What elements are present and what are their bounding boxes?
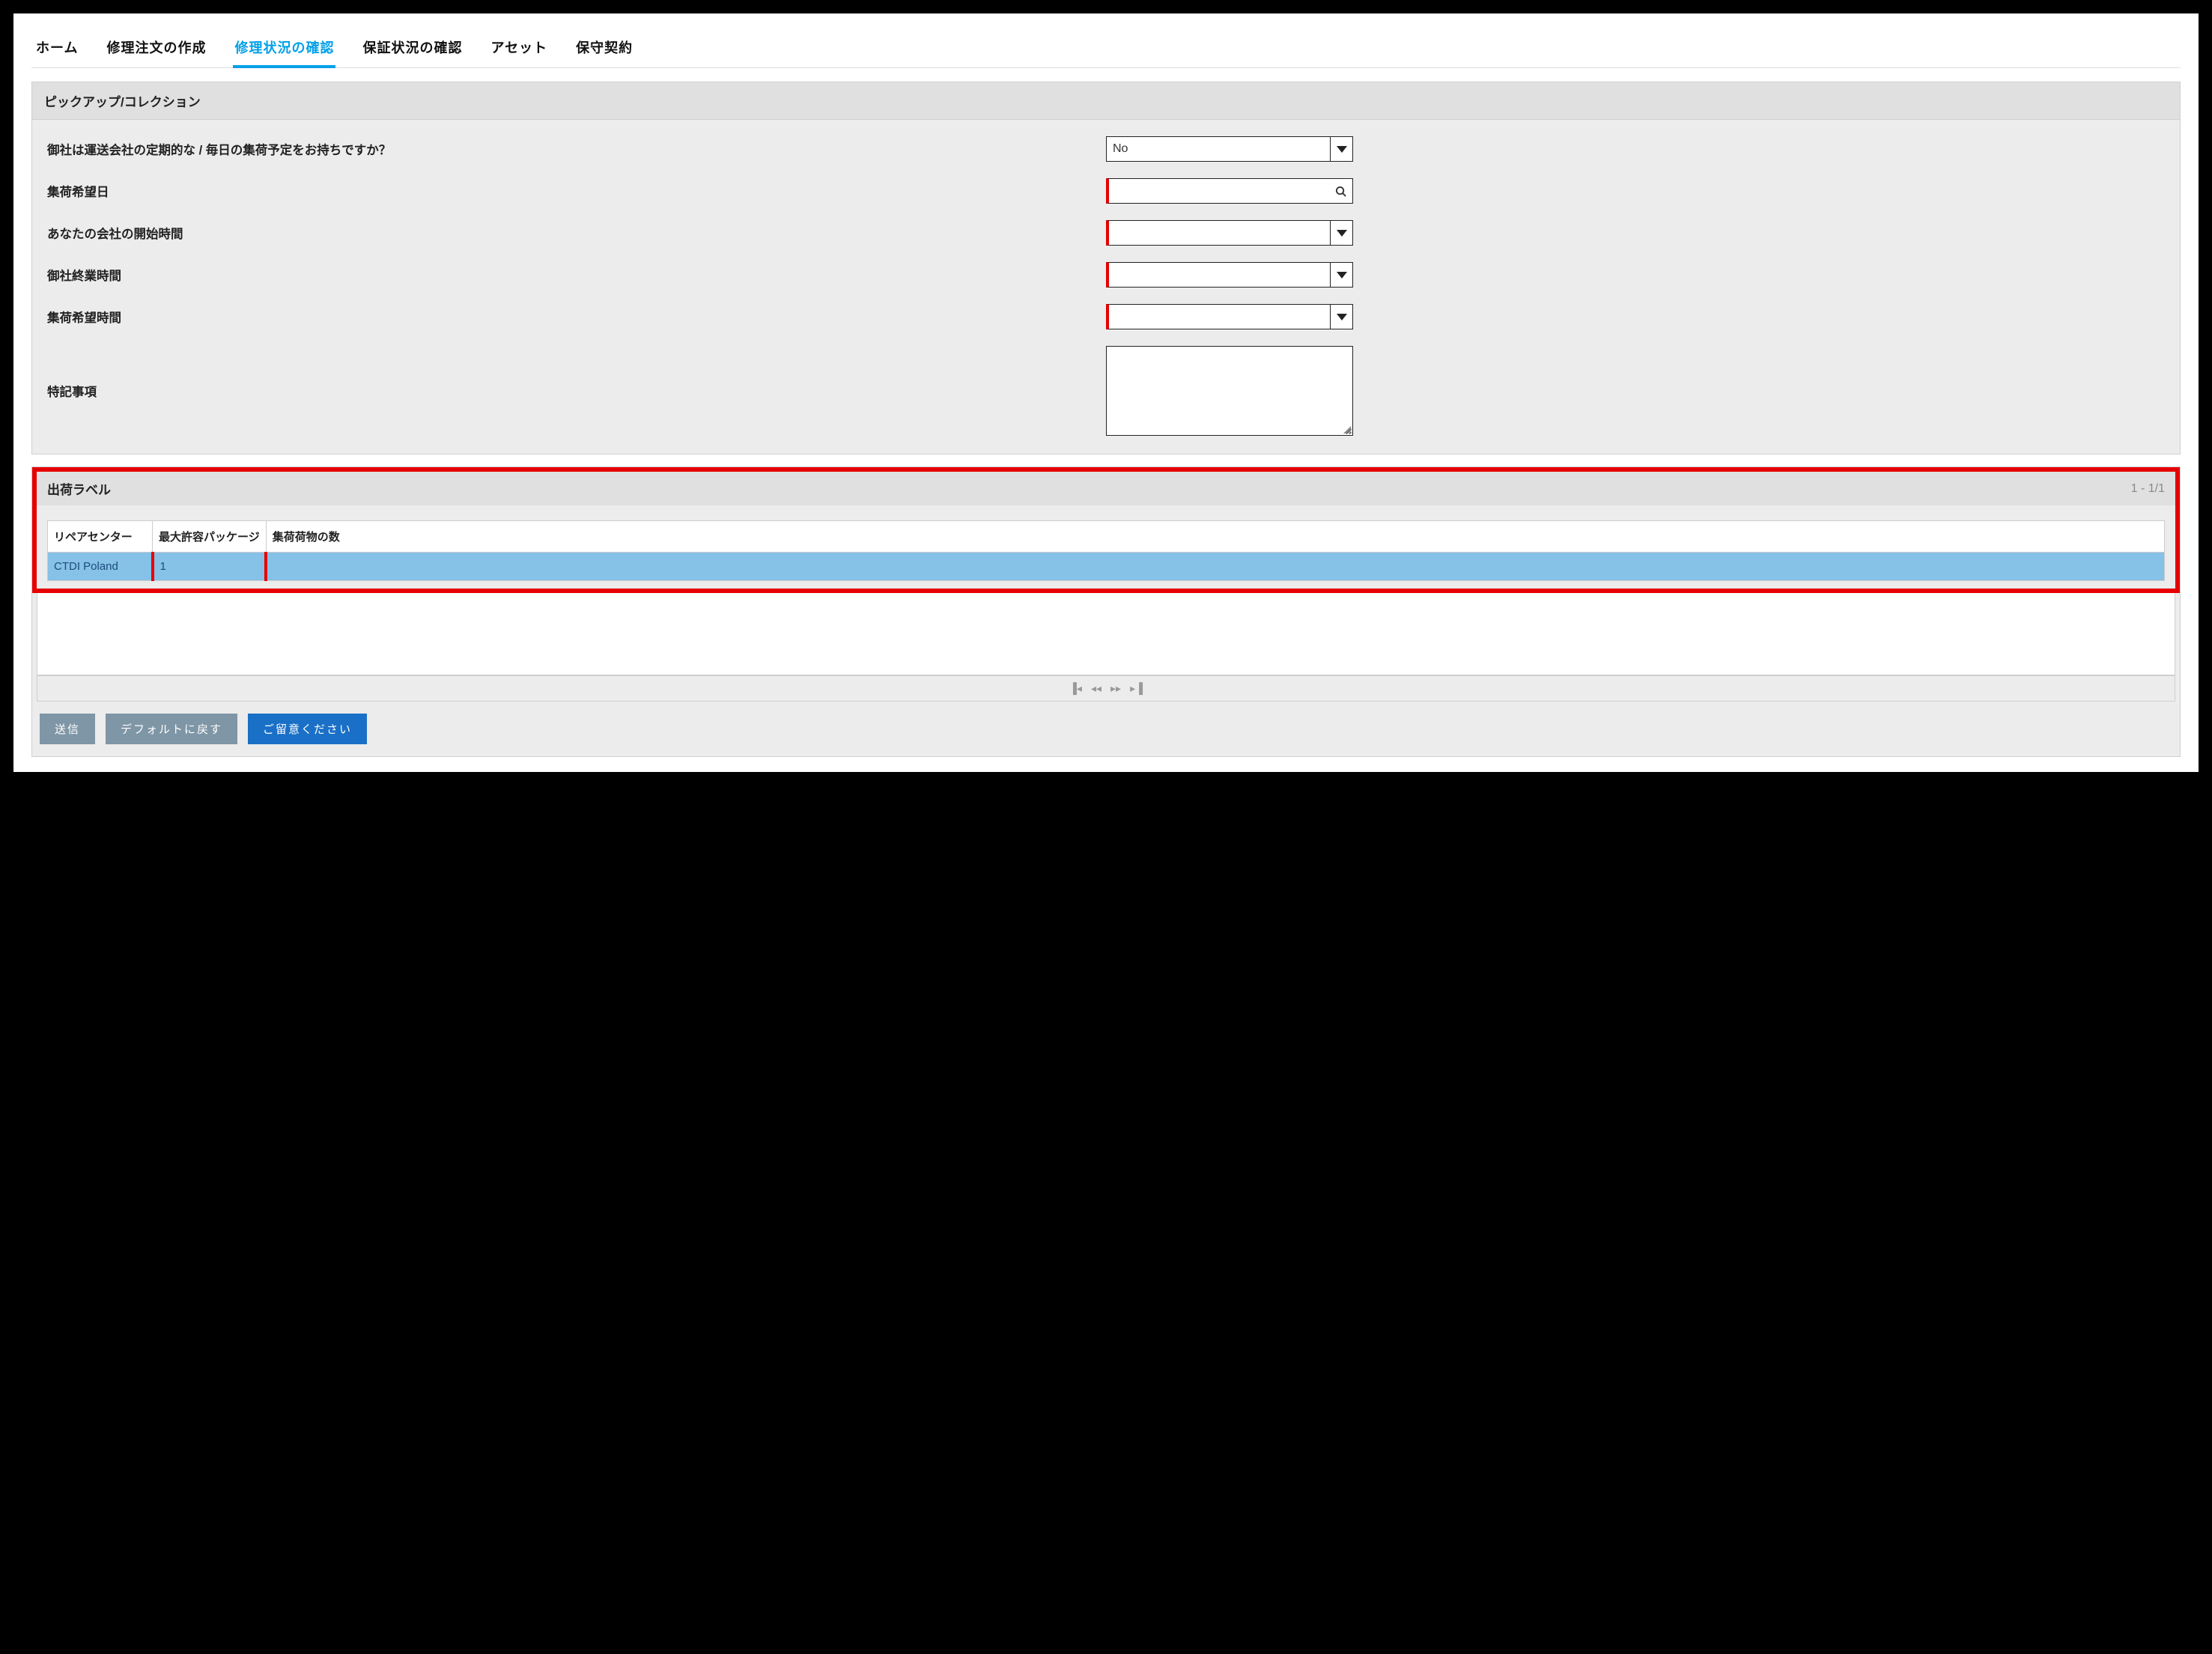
chevron-down-icon xyxy=(1330,137,1352,161)
cell-num-packages[interactable] xyxy=(266,553,2164,581)
reset-button[interactable]: デフォルトに戻す xyxy=(106,714,237,744)
company-open-select[interactable] xyxy=(1106,220,1353,246)
pickup-panel-title: ピックアップ/コレクション xyxy=(32,82,2180,120)
ship-label-panel: 出荷ラベル 1 - 1/1 リペアセンター 最大許容パッケージ 集荷荷物の数 C… xyxy=(31,466,2181,757)
col-num-packages[interactable]: 集荷荷物の数 xyxy=(266,521,2164,553)
highlight-box: 出荷ラベル 1 - 1/1 リペアセンター 最大許容パッケージ 集荷荷物の数 C… xyxy=(32,467,2180,593)
pager-last-icon[interactable]: ▸▐ xyxy=(1130,682,1143,695)
desired-date-label: 集荷希望日 xyxy=(47,182,1106,200)
chevron-down-icon xyxy=(1330,263,1352,287)
col-repair-center[interactable]: リペアセンター xyxy=(48,521,153,553)
table-empty-space xyxy=(37,593,2175,675)
tab-home[interactable]: ホーム xyxy=(34,33,79,67)
pickup-panel: ピックアップ/コレクション 御社は運送会社の定期的な / 毎日の集荷予定をお持ち… xyxy=(31,82,2181,454)
col-max-package[interactable]: 最大許容パッケージ xyxy=(153,521,267,553)
desired-date-input[interactable] xyxy=(1106,178,1353,204)
company-open-label: あなたの会社の開始時間 xyxy=(47,224,1106,242)
tab-warranty-status[interactable]: 保証状況の確認 xyxy=(361,33,464,67)
main-tabs: ホーム 修理注文の作成 修理状況の確認 保証状況の確認 アセット 保守契約 xyxy=(31,27,2181,68)
chevron-down-icon xyxy=(1330,221,1352,245)
chevron-down-icon xyxy=(1330,305,1352,329)
company-close-label: 御社終業時間 xyxy=(47,266,1106,284)
ship-label-table: リペアセンター 最大許容パッケージ 集荷荷物の数 CTDI Poland 1 xyxy=(47,520,2165,581)
tab-assets[interactable]: アセット xyxy=(489,33,549,67)
tab-contracts[interactable]: 保守契約 xyxy=(574,33,634,67)
notice-button[interactable]: ご留意ください xyxy=(248,714,367,744)
carrier-schedule-select[interactable]: No xyxy=(1106,136,1353,162)
pager-next-icon[interactable]: ▸▸ xyxy=(1110,682,1121,695)
submit-button[interactable]: 送信 xyxy=(40,714,95,744)
ship-label-title: 出荷ラベル xyxy=(47,479,111,498)
search-icon[interactable] xyxy=(1331,179,1349,203)
notes-textarea[interactable] xyxy=(1106,346,1353,436)
tab-create-repair[interactable]: 修理注文の作成 xyxy=(105,33,207,67)
tab-repair-status[interactable]: 修理状況の確認 xyxy=(233,33,335,67)
cell-max-package: 1 xyxy=(153,553,267,581)
page-counter: 1 - 1/1 xyxy=(2131,482,2165,496)
desired-time-label: 集荷希望時間 xyxy=(47,308,1106,326)
pager: ▐◂ ◂◂ ▸▸ ▸▐ xyxy=(37,675,2175,702)
desired-time-select[interactable] xyxy=(1106,304,1353,329)
table-row[interactable]: CTDI Poland 1 xyxy=(48,553,2165,581)
carrier-schedule-label: 御社は運送会社の定期的な / 毎日の集荷予定をお持ちですか？ xyxy=(47,140,1106,158)
pager-prev-icon[interactable]: ◂◂ xyxy=(1091,682,1102,695)
notes-label: 特記事項 xyxy=(47,346,1106,400)
pager-first-icon[interactable]: ▐◂ xyxy=(1069,682,1082,695)
company-close-select[interactable] xyxy=(1106,262,1353,288)
cell-repair-center: CTDI Poland xyxy=(48,553,153,581)
